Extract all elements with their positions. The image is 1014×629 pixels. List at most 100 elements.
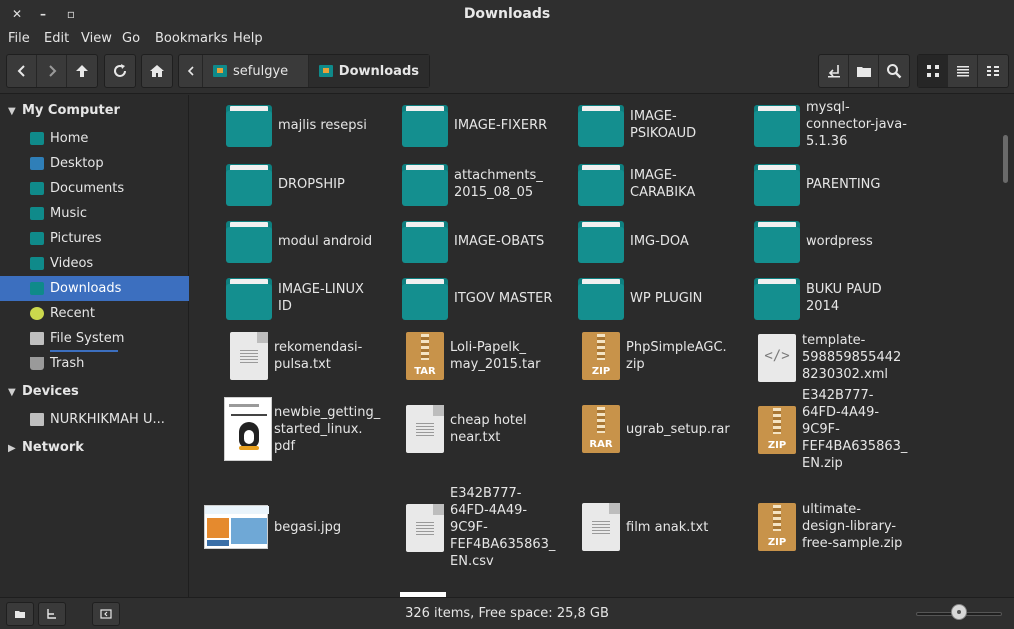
location-entry-icon [827,65,840,78]
trash-icon [30,357,44,370]
file-item[interactable]: newbie_getting_ started_linux. pdf [224,397,380,461]
sidebar-item-file-system[interactable]: File System [0,326,189,352]
file-item[interactable]: rekomendasi- pulsa.txt [230,332,362,380]
folder-icon [402,276,448,320]
file-label: Loli-Papelk_ may_2015.tar [450,340,541,372]
menu-bookmarks[interactable]: Bookmarks [155,31,228,46]
documents-folder-icon [30,182,44,195]
file-label: E342B777- 64FD-4A49- 9C9F- FEF4BA635863_… [802,388,908,471]
home-button[interactable] [142,55,172,87]
forward-button[interactable] [37,55,67,87]
file-item[interactable]: majlis resepsi [226,103,367,147]
sidebar-item-music[interactable]: Music [0,201,189,226]
file-item[interactable]: PARENTING [754,162,880,206]
file-item[interactable]: mysql- connector-java- 5.1.36 [754,99,907,150]
file-item[interactable]: IMAGE-OBATS [402,219,544,263]
breadcrumb-downloads[interactable]: Downloads [309,55,429,87]
sidebar-item-label: Pictures [50,231,102,246]
zoom-slider-handle[interactable] [951,604,967,620]
archive-icon: ZIP [758,502,796,551]
menu-view[interactable]: View [81,31,112,46]
toggle-location-button[interactable] [819,55,849,87]
home-folder-icon [30,132,44,145]
file-label: ultimate- design-library- free-sample.zi… [802,502,903,551]
sidebar-item-home[interactable]: Home [0,126,189,151]
file-item[interactable]: IMAGE- PSIKOAUD [578,103,696,147]
file-item[interactable]: cheap hotel near.txt [406,405,527,453]
sidebar-item-downloads[interactable]: Downloads [0,276,189,301]
downloads-folder-icon [319,65,333,77]
file-item[interactable]: IMAGE- CARABIKA [578,162,695,206]
sidebar-item-trash[interactable]: Trash [0,351,189,376]
up-button[interactable] [67,55,97,87]
sidebar-item-documents[interactable]: Documents [0,176,189,201]
file-item[interactable]: BUKU PAUD 2014 [754,276,882,320]
image-thumbnail [204,505,269,549]
menu-file[interactable]: File [8,31,30,46]
file-label: ugrab_setup.rar [626,421,730,437]
file-item[interactable]: TAR Loli-Papelk_ may_2015.tar [406,332,540,380]
file-item[interactable]: modul android [226,219,372,263]
file-item[interactable]: E342B777- 64FD-4A49- 9C9F- FEF4BA635863_… [406,485,555,570]
file-label: PhpSimpleAGC. zip [626,340,727,372]
file-item[interactable]: wordpress [754,219,873,263]
sidebar-item-label: Home [50,131,89,146]
file-item[interactable]: WP PLUGIN [578,276,702,320]
file-item[interactable]: begasi.jpg [204,505,341,549]
reload-button[interactable] [105,55,135,87]
file-item[interactable]: DROPSHIP [226,162,345,206]
sidebar-section-network[interactable]: ▶ Network [8,440,84,455]
menu-edit[interactable]: Edit [44,31,69,46]
sidebar-item-desktop[interactable]: Desktop [0,151,189,176]
compact-view-button[interactable] [978,55,1008,87]
sidebar-item-videos[interactable]: Videos [0,251,189,276]
search-button[interactable] [879,55,909,87]
file-item[interactable]: IMAGE-LINUX ID [226,276,364,320]
sidebar-section-my-computer[interactable]: ▼ My Computer [8,103,120,118]
file-item[interactable]: </> template- 598859855442 8230302.xml [758,332,901,383]
sidebar-item-pictures[interactable]: Pictures [0,226,189,251]
back-button[interactable] [7,55,37,87]
file-item[interactable]: ZIP ultimate- design-library- free-sample… [758,501,902,552]
vertical-scrollbar[interactable] [999,95,1014,597]
file-item[interactable]: IMG-DOA [578,219,689,263]
breadcrumb-home[interactable]: sefulgye [203,55,309,87]
reload-icon [114,64,126,77]
reload-group [104,54,136,88]
text-file-icon [406,405,444,453]
menu-go[interactable]: Go [122,31,140,46]
status-bar: 326 items, Free space: 25,8 GB [0,597,1014,629]
sidebar-section-devices[interactable]: ▼ Devices [8,384,79,399]
file-item[interactable]: ZIP PhpSimpleAGC. zip [582,332,727,380]
list-view-button[interactable] [948,55,978,87]
file-grid: majlis resepsi IMAGE-FIXERR IMAGE- PSIKO… [190,95,999,597]
breadcrumb-left-button[interactable] [179,55,203,87]
menu-help[interactable]: Help [233,31,263,46]
file-item[interactable]: ITGOV MASTER [402,276,552,320]
new-folder-button[interactable] [849,55,879,87]
file-label: newbie_getting_ started_linux. pdf [274,404,381,454]
file-label: template- 598859855442 8230302.xml [802,333,902,382]
home-group [141,54,173,88]
icon-view-button[interactable] [918,55,948,87]
compact-list-icon [987,66,999,76]
file-label: film anak.txt [626,519,709,535]
file-item[interactable]: attachments_ 2015_08_05 [402,162,543,206]
file-item[interactable]: IMAGE-FIXERR [402,103,547,147]
scrollbar-thumb[interactable] [1003,135,1008,183]
file-item[interactable]: RAR ugrab_setup.rar [582,405,730,453]
sidebar-item-label: File System [50,331,125,346]
status-text: 326 items, Free space: 25,8 GB [405,606,609,621]
file-item[interactable]: film anak.txt [582,503,708,551]
xml-file-icon: </> [758,333,796,382]
downloads-folder-icon [30,282,44,295]
sidebar-item-usb-drive[interactable]: NURKHIKMAH U... [0,407,189,432]
folder-icon [754,103,800,147]
folder-icon [754,219,800,263]
file-item[interactable]: ZIP E342B777- 64FD-4A49- 9C9F- FEF4BA6358… [758,387,907,472]
file-label: IMG-DOA [630,233,689,249]
file-label: IMAGE-OBATS [454,233,545,249]
folder-icon [402,103,448,147]
sidebar-item-recent[interactable]: Recent [0,301,189,326]
folder-icon [578,219,624,263]
